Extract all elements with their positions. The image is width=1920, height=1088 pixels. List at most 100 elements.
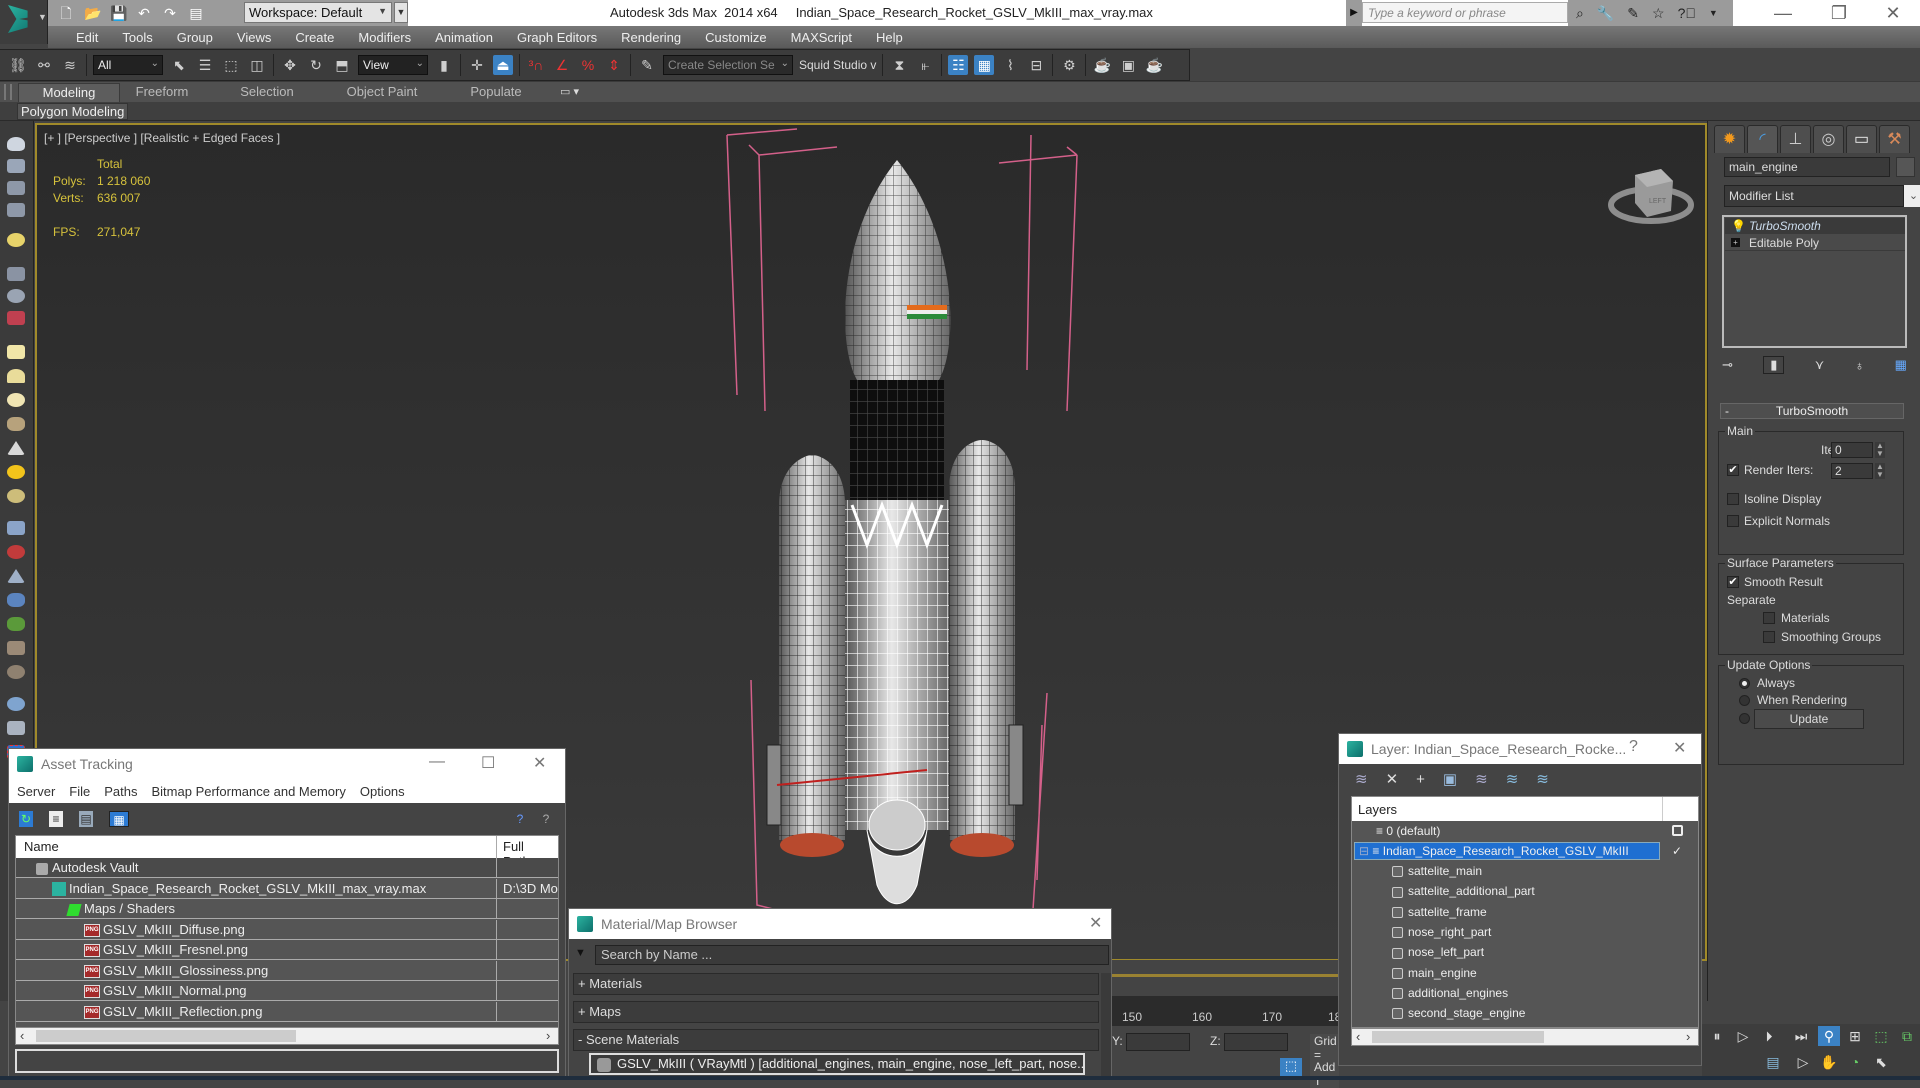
sphere-half-icon[interactable] [7, 289, 25, 303]
scrollbar-thumb[interactable] [1372, 1031, 1544, 1043]
close-button[interactable]: ✕ [1673, 738, 1686, 758]
mirror-icon[interactable]: ⧗ [889, 55, 909, 75]
menu-create[interactable]: Create [283, 30, 346, 45]
ribbon-options-icon[interactable]: ▭ ▾ [560, 85, 579, 98]
spinner-snap-icon[interactable]: ⇕ [604, 55, 624, 75]
update-always-radio[interactable] [1739, 678, 1750, 689]
table-view-icon[interactable]: ▦ [109, 811, 129, 827]
update-when-rendering-radio[interactable] [1739, 695, 1750, 706]
menu-customize[interactable]: Customize [693, 30, 778, 45]
close-button[interactable]: ✕ [1089, 913, 1102, 933]
snaps-toggle-icon[interactable]: ³∩ [526, 55, 546, 75]
pan-hand-icon[interactable]: ✋ [1818, 1052, 1840, 1072]
menu-graph-editors[interactable]: Graph Editors [505, 30, 609, 45]
select-and-link-icon[interactable]: ⛓ [8, 55, 28, 75]
maximize-viewport-icon[interactable]: ⬉ [1870, 1052, 1892, 1072]
orbit-icon[interactable]: ◔ [1844, 1052, 1866, 1072]
layer-object-row[interactable]: nose_left_part [1352, 942, 1698, 962]
disc-light-icon[interactable] [7, 393, 25, 407]
hide-unhide-all-icon[interactable]: ≋ [1506, 770, 1519, 788]
menu-help[interactable]: Help [864, 30, 915, 45]
isolate-selection-icon[interactable]: ⬚ [1280, 1058, 1302, 1078]
tab-populate[interactable]: Populate [456, 83, 536, 102]
minimize-button[interactable]: — [429, 753, 445, 771]
zoom-icon[interactable]: ⚲ [1818, 1026, 1840, 1046]
asset-row[interactable]: PNG GSLV_MkIII_Normal.png [16, 981, 558, 1001]
previous-frame-icon[interactable]: ⏸ [1706, 1026, 1728, 1046]
menu-file[interactable]: File [69, 784, 90, 799]
column-header-name[interactable]: Name [24, 839, 59, 854]
horizontal-scrollbar[interactable]: ‹ › [1351, 1028, 1699, 1046]
search-by-name-input[interactable]: Search by Name ... [595, 945, 1109, 965]
smooth-result-checkbox[interactable]: ✔ [1727, 576, 1739, 588]
remove-modifier-icon[interactable]: ♁ [1855, 358, 1865, 373]
menu-paths[interactable]: Paths [104, 784, 137, 799]
film-reel-icon[interactable] [7, 311, 25, 325]
chevron-down-icon[interactable]: ⌄ [1904, 185, 1920, 207]
update-manually-radio[interactable] [1739, 713, 1750, 724]
time-slider-track[interactable] [1112, 974, 1338, 977]
maximize-button[interactable]: ☐ [481, 753, 495, 773]
align-icon[interactable]: ⫦ [915, 55, 935, 75]
browser-options-icon[interactable]: ▼ [575, 947, 586, 959]
y-coord-input[interactable] [1126, 1033, 1190, 1051]
asset-row[interactable]: PNG GSLV_MkIII_Fresnel.png [16, 940, 558, 960]
configure-modifier-sets-icon[interactable]: ▦ [1895, 357, 1907, 373]
menu-modifiers[interactable]: Modifiers [346, 30, 423, 45]
render-window-icon[interactable] [7, 159, 25, 173]
asset-row[interactable]: Indian_Space_Research_Rocket_GSLV_MkIII_… [16, 878, 558, 899]
select-object-icon[interactable]: ⬉ [169, 55, 189, 75]
render-iters-input[interactable]: 2 [1831, 463, 1873, 479]
next-frame-icon[interactable]: ⏵ [1758, 1026, 1780, 1046]
save-file-icon[interactable]: 💾 [110, 5, 127, 21]
motion-tab-icon[interactable]: ◎ [1813, 125, 1844, 153]
communication-center-icon[interactable]: ✎ [1627, 5, 1639, 22]
new-file-icon[interactable]: 🗋 [58, 5, 74, 21]
undo-icon[interactable]: ↶ [136, 5, 152, 21]
view-cube[interactable]: LEFT [1607, 155, 1707, 235]
column-header-full-path[interactable]: Full Path [496, 836, 558, 869]
pivot-center-icon[interactable]: ▮ [434, 55, 454, 75]
edit-named-selection-icon[interactable]: ✎ [637, 55, 657, 75]
group-materials[interactable]: + Materials [573, 973, 1099, 995]
object-name-field[interactable]: main_engine [1724, 157, 1890, 177]
angle-snap-icon[interactable]: ∠ [552, 55, 572, 75]
cloud-icon[interactable] [7, 593, 25, 607]
cone-light-icon[interactable] [7, 441, 25, 455]
menu-bitmap-performance[interactable]: Bitmap Performance and Memory [152, 784, 346, 799]
scene-material-item[interactable]: GSLV_MkIII ( VRayMtl ) [additional_engin… [589, 1053, 1085, 1075]
redo-icon[interactable]: ↷ [162, 5, 178, 21]
material-editor-icon[interactable]: ⚙ [1059, 55, 1079, 75]
group-scene-materials[interactable]: - Scene Materials [573, 1029, 1099, 1051]
layer-object-row[interactable]: main_engine [1352, 963, 1698, 983]
modify-tab-icon[interactable]: ◜ [1747, 125, 1778, 153]
render-iters-checkbox[interactable]: ✔ [1727, 464, 1739, 476]
selection-filter-dropdown[interactable]: All ⌄ [93, 55, 163, 75]
column-header-layers[interactable]: Layers [1358, 802, 1397, 817]
grid-pattern-icon[interactable] [7, 521, 25, 535]
search-expand-icon[interactable]: ▶ [1346, 0, 1362, 26]
bind-space-warp-icon[interactable]: ≋ [60, 55, 80, 75]
group-maps[interactable]: + Maps [573, 1001, 1099, 1023]
asset-row[interactable]: PNG GSLV_MkIII_Reflection.png [16, 1001, 558, 1022]
layer-object-row[interactable]: nose_right_part [1352, 922, 1698, 942]
customize-quick-access-button[interactable]: ▼ [394, 2, 408, 23]
menu-rendering[interactable]: Rendering [609, 30, 693, 45]
scroll-left-icon[interactable]: ‹ [1356, 1029, 1360, 1044]
dome-light-icon[interactable] [7, 369, 25, 383]
go-to-end-icon[interactable]: ⏭ [1790, 1026, 1812, 1046]
render-elements-icon[interactable] [7, 721, 25, 735]
tab-modeling[interactable]: Modeling [18, 83, 120, 102]
unlink-icon[interactable]: ⚯ [34, 55, 54, 75]
plane-light-icon[interactable] [7, 345, 25, 359]
help-icon[interactable]: ?⃝ [1678, 5, 1696, 21]
select-and-move-icon[interactable]: ✥ [280, 55, 300, 75]
restore-button[interactable]: ❐ [1816, 0, 1862, 26]
separate-smoothing-groups-checkbox[interactable] [1763, 631, 1775, 643]
time-configuration-icon[interactable]: ▤ [1762, 1052, 1784, 1072]
stack-item-editable-poly[interactable]: + Editable Poly [1725, 235, 1905, 251]
binoculars-icon[interactable]: ⌕ [1576, 5, 1584, 22]
table-icon[interactable] [7, 203, 25, 217]
render-iters-spinner[interactable]: ▲ ▼ [1875, 463, 1885, 479]
tab-object-paint[interactable]: Object Paint [336, 83, 428, 102]
